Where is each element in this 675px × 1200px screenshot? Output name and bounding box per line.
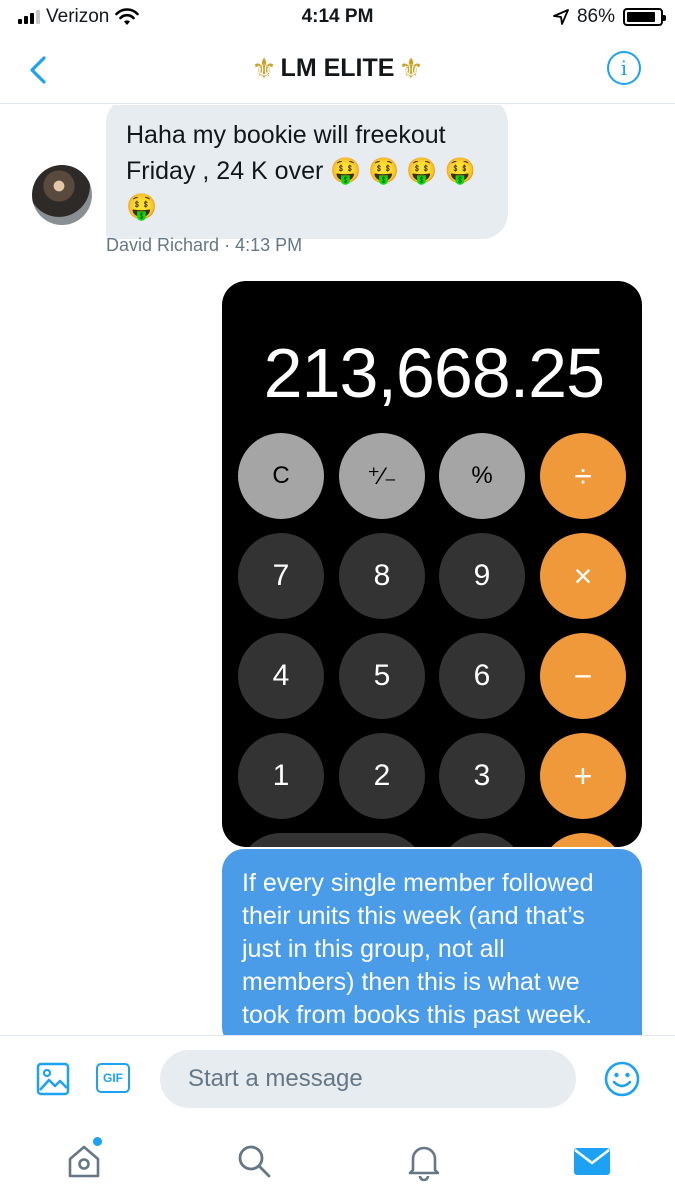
calculator-screenshot-image[interactable]: 213,668.25 C ⁺∕₋ % ÷ 7 8 9 × 4 5 6 − 1 2… [222, 281, 642, 847]
incoming-message-bubble[interactable]: Haha my bookie will freekout Friday , 24… [106, 105, 508, 239]
envelope-icon [574, 1148, 610, 1175]
search-icon [238, 1145, 271, 1178]
tab-home[interactable] [62, 1137, 106, 1183]
message-meta: David Richard · 4:13 PM [106, 235, 302, 256]
calc-key-plus: + [540, 733, 626, 819]
battery-icon [623, 8, 666, 26]
gif-button[interactable]: GIF [96, 1063, 130, 1093]
calc-key-decimal-partial [439, 833, 525, 847]
calc-key-percent: % [439, 433, 525, 519]
fleur-de-lis-icon: ⚜ [398, 52, 424, 84]
sender-name: David Richard [106, 235, 220, 255]
home-icon [68, 1145, 100, 1178]
calc-key-5: 5 [339, 633, 425, 719]
outgoing-message-text: If every single member followed their un… [242, 869, 594, 1029]
tab-messages[interactable] [570, 1139, 614, 1183]
status-bar-right: 86% [553, 6, 666, 28]
calc-key-4: 4 [238, 633, 324, 719]
tab-notifications[interactable] [402, 1139, 446, 1183]
calc-key-1: 1 [238, 733, 324, 819]
calc-key-zero-partial [238, 833, 426, 847]
battery-percent: 86% [576, 6, 615, 27]
bottom-tab-bar [0, 1121, 675, 1200]
calculator-display: 213,668.25 [263, 334, 605, 412]
calc-key-8: 8 [339, 533, 425, 619]
calc-key-6: 6 [439, 633, 525, 719]
calc-key-equals-partial [540, 833, 626, 847]
message-list[interactable]: Haha my bookie will freekout Friday , 24… [0, 105, 675, 1035]
outgoing-message-bubble[interactable]: If every single member followed their un… [222, 849, 642, 1035]
group-name: LM ELITE [280, 54, 395, 82]
bell-icon [408, 1146, 440, 1181]
calc-key-9: 9 [439, 533, 525, 619]
calc-key-2: 2 [339, 733, 425, 819]
location-arrow-icon [553, 9, 569, 25]
calc-key-divide: ÷ [540, 433, 626, 519]
emoji-icon[interactable] [603, 1060, 641, 1098]
calc-key-clear: C [238, 433, 324, 519]
avatar[interactable] [32, 165, 92, 225]
conversation-header: ⚜ LM ELITE ⚜ i [0, 36, 675, 104]
calc-key-minus: − [540, 633, 626, 719]
message-composer: GIF [0, 1035, 675, 1121]
image-icon[interactable] [36, 1062, 70, 1096]
calc-key-multiply: × [540, 533, 626, 619]
fleur-de-lis-icon: ⚜ [251, 52, 277, 84]
message-time: · 4:13 PM [224, 235, 303, 255]
info-icon[interactable]: i [607, 51, 641, 85]
calc-key-7: 7 [238, 533, 324, 619]
tab-search[interactable] [232, 1139, 276, 1183]
calc-key-plus-minus: ⁺∕₋ [339, 433, 425, 519]
status-bar: Verizon 4:14 PM 86% [0, 0, 675, 36]
calc-key-3: 3 [439, 733, 525, 819]
battery-fill [627, 12, 655, 22]
message-input[interactable] [160, 1050, 576, 1108]
notification-dot [93, 1137, 102, 1146]
conversation-title: ⚜ LM ELITE ⚜ [0, 54, 675, 83]
incoming-message-text: Haha my bookie will freekout Friday , 24… [126, 121, 476, 221]
